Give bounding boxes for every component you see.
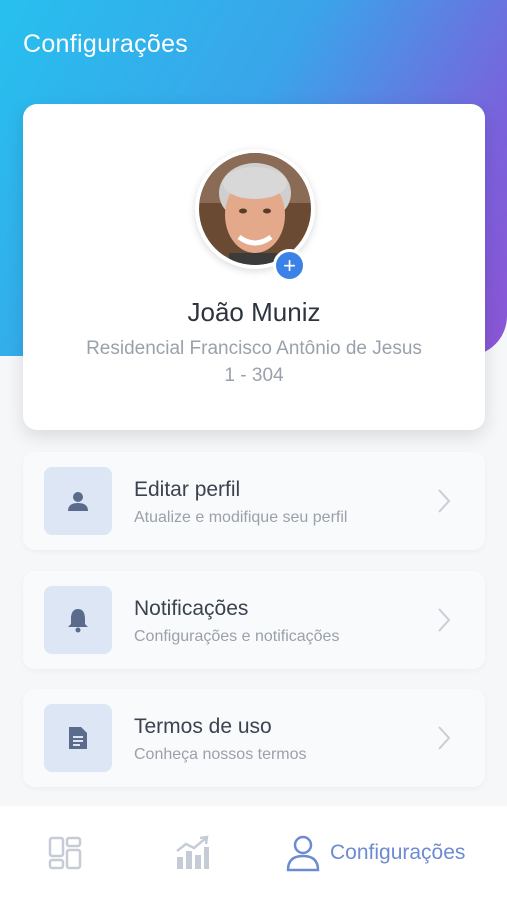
chart-icon bbox=[176, 835, 209, 869]
user-icon bbox=[286, 835, 320, 872]
user-name: João Muniz bbox=[187, 297, 321, 327]
plus-icon: + bbox=[283, 252, 296, 278]
nav-dashboard[interactable] bbox=[48, 806, 82, 900]
menu-subtitle: Configurações e notificações bbox=[134, 628, 340, 645]
chevron-right-icon bbox=[438, 489, 451, 513]
user-unit: 1 - 304 bbox=[224, 365, 284, 386]
user-address: Residencial Francisco Antônio de Jesus bbox=[86, 338, 422, 359]
menu-item-edit-profile[interactable]: Editar perfil Atualize e modifique seu p… bbox=[23, 452, 485, 550]
dashboard-icon bbox=[48, 836, 82, 870]
chevron-right-icon bbox=[438, 726, 451, 750]
nav-settings-label: Configurações bbox=[330, 841, 466, 864]
page-title: Configurações bbox=[23, 30, 189, 58]
document-icon bbox=[44, 704, 112, 772]
menu-title: Editar perfil bbox=[134, 478, 241, 501]
menu-subtitle: Conheça nossos termos bbox=[134, 746, 307, 763]
profile-card: + João Muniz Residencial Francisco Antôn… bbox=[23, 104, 485, 430]
nav-settings[interactable]: Configurações bbox=[286, 806, 465, 900]
chevron-right-icon bbox=[438, 608, 451, 632]
menu-subtitle: Atualize e modifique seu perfil bbox=[134, 509, 348, 526]
menu-item-terms[interactable]: Termos de uso Conheça nossos termos bbox=[23, 689, 485, 787]
menu-item-notifications[interactable]: Notificações Configurações e notificaçõe… bbox=[23, 571, 485, 669]
menu-title: Termos de uso bbox=[134, 715, 272, 738]
bottom-nav: Configurações bbox=[0, 806, 507, 900]
person-icon bbox=[44, 467, 112, 535]
menu-title: Notificações bbox=[134, 597, 249, 620]
nav-reports[interactable] bbox=[174, 806, 210, 900]
bell-icon bbox=[44, 586, 112, 654]
add-photo-button[interactable]: + bbox=[273, 249, 306, 282]
avatar[interactable] bbox=[199, 153, 311, 265]
